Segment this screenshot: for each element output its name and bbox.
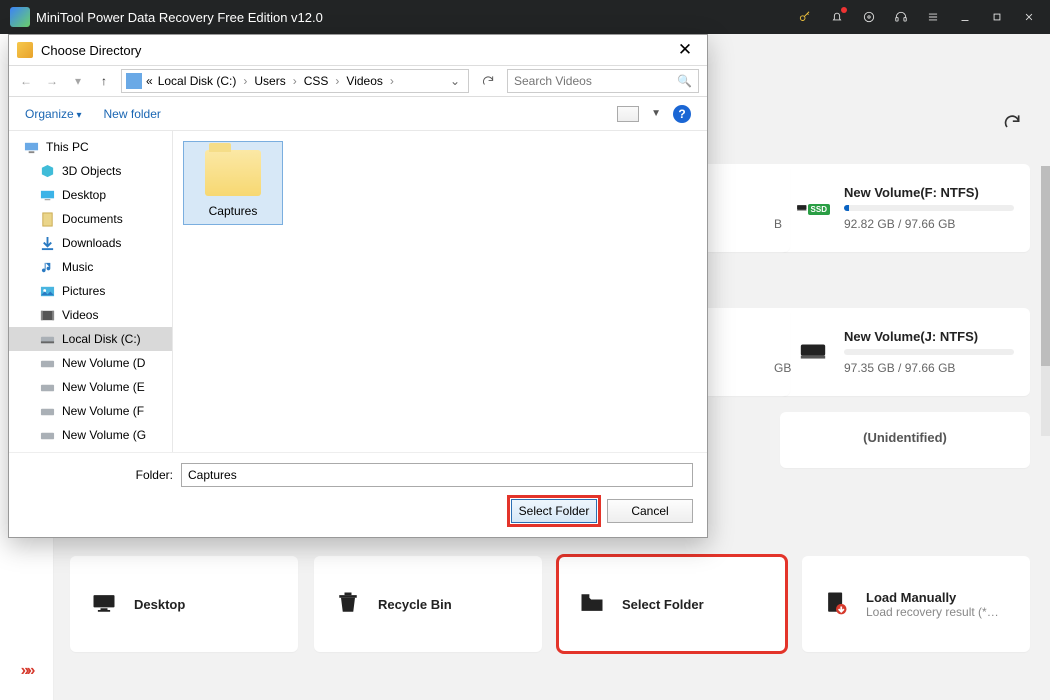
folder-field[interactable]	[181, 463, 693, 487]
load-subtitle: Load recovery result (*…	[866, 605, 999, 619]
tree-documents[interactable]: Documents	[9, 207, 172, 231]
tree-new-volume-f[interactable]: New Volume (F	[9, 399, 172, 423]
nav-refresh-icon[interactable]	[477, 70, 499, 92]
folder-tree: This PC 3D Objects Desktop Documents Dow…	[9, 131, 173, 452]
folder-icon	[205, 150, 261, 196]
load-file-icon	[822, 589, 852, 619]
nav-forward-icon[interactable]: →	[43, 72, 61, 90]
quick-load-manually[interactable]: Load Manually Load recovery result (*…	[802, 556, 1030, 652]
drive-card-j[interactable]: New Volume(J: NTFS) 97.35 GB / 97.66 GB	[780, 308, 1030, 396]
dialog-close-button[interactable]: ✕	[671, 40, 699, 60]
app-titlebar: MiniTool Power Data Recovery Free Editio…	[0, 0, 1050, 34]
search-box[interactable]: 🔍	[507, 69, 699, 93]
vertical-scrollbar[interactable]	[1041, 166, 1050, 436]
view-options-button[interactable]	[617, 106, 639, 122]
quick-actions: Desktop Recycle Bin Select Folder Load M…	[70, 556, 1030, 652]
app-logo-icon	[10, 7, 30, 27]
tree-new-volume-g[interactable]: New Volume (G	[9, 423, 172, 447]
tree-new-volume-e[interactable]: New Volume (E	[9, 375, 172, 399]
desktop-icon	[90, 589, 120, 619]
search-icon: 🔍	[677, 74, 692, 88]
crumb-dropdown-icon[interactable]: ⌄	[446, 74, 464, 88]
tree-videos[interactable]: Videos	[9, 303, 172, 327]
folder-item-captures[interactable]: Captures	[183, 141, 283, 225]
support-icon[interactable]	[886, 2, 916, 32]
menu-icon[interactable]	[918, 2, 948, 32]
ssd-drive-icon: SSD	[796, 191, 830, 225]
pc-icon	[126, 73, 142, 89]
crumb-local-disk[interactable]: Local Disk (C:)	[155, 74, 240, 88]
crumb-videos[interactable]: Videos	[343, 74, 385, 88]
help-icon[interactable]: ?	[673, 105, 691, 123]
hdd-drive-icon	[796, 335, 830, 369]
new-folder-button[interactable]: New folder	[104, 107, 161, 121]
expand-rail-icon[interactable]: »»	[21, 662, 33, 680]
drive-size: 92.82 GB / 97.66 GB	[844, 217, 1014, 231]
search-input[interactable]	[514, 74, 677, 88]
nav-recent-icon[interactable]: ▾	[69, 72, 87, 90]
maximize-button[interactable]	[982, 2, 1012, 32]
disc-icon[interactable]	[854, 2, 884, 32]
tree-music[interactable]: Music	[9, 255, 172, 279]
tree-downloads[interactable]: Downloads	[9, 231, 172, 255]
tree-desktop[interactable]: Desktop	[9, 183, 172, 207]
app-title: MiniTool Power Data Recovery Free Editio…	[36, 10, 323, 25]
dialog-titlebar: Choose Directory ✕	[9, 35, 707, 65]
nav-back-icon[interactable]: ←	[17, 72, 35, 90]
drive-name: New Volume(J: NTFS)	[844, 329, 1014, 344]
quick-recycle-bin[interactable]: Recycle Bin	[314, 556, 542, 652]
close-button[interactable]	[1014, 2, 1044, 32]
load-title: Load Manually	[866, 590, 999, 605]
dialog-nav-bar: ← → ▾ ↑ « Local Disk (C:)› Users› CSS› V…	[9, 65, 707, 97]
dialog-toolbar: Organize New folder ▼ ?	[9, 97, 707, 131]
notifications-icon[interactable]	[822, 2, 852, 32]
breadcrumb[interactable]: « Local Disk (C:)› Users› CSS› Videos› ⌄	[121, 69, 469, 93]
folder-browse-icon	[578, 589, 608, 619]
nav-up-icon[interactable]: ↑	[95, 72, 113, 90]
folder-contents[interactable]: Captures	[173, 131, 707, 452]
cancel-button[interactable]: Cancel	[607, 499, 693, 523]
unidentified-card[interactable]: (Unidentified)	[780, 412, 1030, 468]
tree-3d-objects[interactable]: 3D Objects	[9, 159, 172, 183]
tree-pictures[interactable]: Pictures	[9, 279, 172, 303]
license-key-icon[interactable]	[790, 2, 820, 32]
tree-new-volume-d[interactable]: New Volume (D	[9, 351, 172, 375]
dialog-title: Choose Directory	[41, 43, 141, 58]
folder-field-label: Folder:	[23, 468, 173, 482]
folder-item-label: Captures	[188, 204, 278, 218]
view-dropdown-icon[interactable]: ▼	[651, 108, 661, 119]
dialog-footer: Folder: Select Folder Cancel	[9, 452, 707, 537]
tree-this-pc[interactable]: This PC	[9, 135, 172, 159]
quick-select-folder[interactable]: Select Folder	[558, 556, 786, 652]
drive-name: New Volume(F: NTFS)	[844, 185, 1014, 200]
crumb-css[interactable]: CSS	[301, 74, 332, 88]
drive-card-f[interactable]: SSD New Volume(F: NTFS) 92.82 GB / 97.66…	[780, 164, 1030, 252]
dialog-folder-icon	[17, 42, 33, 58]
tree-local-disk-c[interactable]: Local Disk (C:)	[9, 327, 172, 351]
quick-desktop[interactable]: Desktop	[70, 556, 298, 652]
recycle-bin-icon	[334, 589, 364, 619]
refresh-button[interactable]	[1002, 112, 1022, 132]
organize-menu[interactable]: Organize	[25, 107, 82, 121]
choose-directory-dialog: Choose Directory ✕ ← → ▾ ↑ « Local Disk …	[8, 34, 708, 538]
select-folder-button[interactable]: Select Folder	[511, 499, 597, 523]
drive-size: 97.35 GB / 97.66 GB	[844, 361, 1014, 375]
minimize-button[interactable]	[950, 2, 980, 32]
crumb-users[interactable]: Users	[251, 74, 288, 88]
